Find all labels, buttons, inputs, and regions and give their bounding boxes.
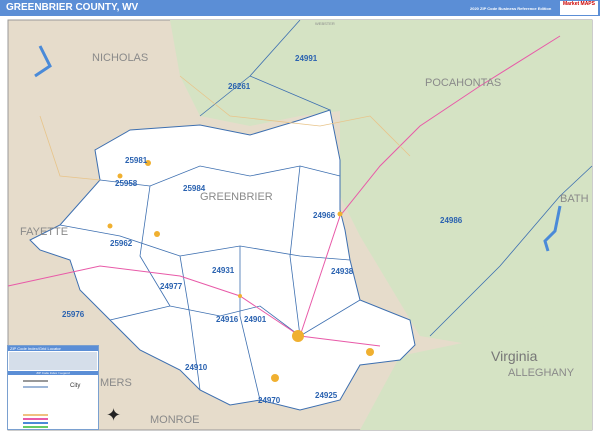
zip-label: 24910 [185, 363, 208, 372]
edition-label: 2020 ZIP Code Business Reference Edition [470, 6, 552, 11]
region-label-greenbrier: GREENBRIER [200, 191, 273, 203]
region-label-pocahontas: POCAHONTAS [425, 77, 502, 89]
zip-label: 24966 [313, 211, 336, 220]
compass-rose-icon: ✦ [106, 405, 122, 425]
zip-label: 24977 [160, 282, 183, 291]
legend-title: ZIP Code Index/Grid Locator [8, 346, 98, 351]
region-label-nicholas: NICHOLAS [92, 52, 149, 64]
zip-label: 24901 [244, 315, 267, 324]
zip-label: 24986 [440, 216, 463, 225]
header-bar: GREENBRIER COUNTY, WV 2020 ZIP Code Busi… [0, 0, 600, 16]
zip-label: 26261 [228, 82, 251, 91]
zip-label: 25976 [62, 310, 85, 319]
legend-symbols: City [23, 380, 80, 428]
svg-text:City: City [70, 383, 80, 389]
region-label-summers: MERS [100, 377, 132, 389]
region-label-bath: BATH [560, 193, 589, 205]
region-label-webster: WEBSTER [315, 21, 335, 26]
zip-label: 24991 [295, 54, 318, 63]
logo-text: Market MAPS [563, 1, 595, 7]
region-label-alleghany: ALLEGHANY [508, 367, 575, 379]
legend-panel: ZIP Code Index/Grid Locator ZIP Code Ind… [7, 345, 99, 430]
zip-label: 25958 [115, 179, 138, 188]
zip-index-table [9, 352, 97, 370]
region-label-fayette: FAYETTE [20, 226, 69, 238]
zip-label: 24970 [258, 396, 281, 405]
zip-label: 24925 [315, 391, 338, 400]
zip-label: 24916 [216, 315, 239, 324]
map-title: GREENBRIER COUNTY, WV [6, 2, 139, 13]
zip-label: 24938 [331, 267, 354, 276]
zip-label: 25962 [110, 239, 133, 248]
region-label-monroe: MONROE [150, 414, 200, 426]
region-label-virginia: Virginia [491, 348, 538, 364]
zip-label: 25981 [125, 156, 148, 165]
zip-label: 25984 [183, 184, 206, 193]
zip-label: 24931 [212, 266, 235, 275]
publisher-logo: Market MAPS [560, 1, 598, 15]
